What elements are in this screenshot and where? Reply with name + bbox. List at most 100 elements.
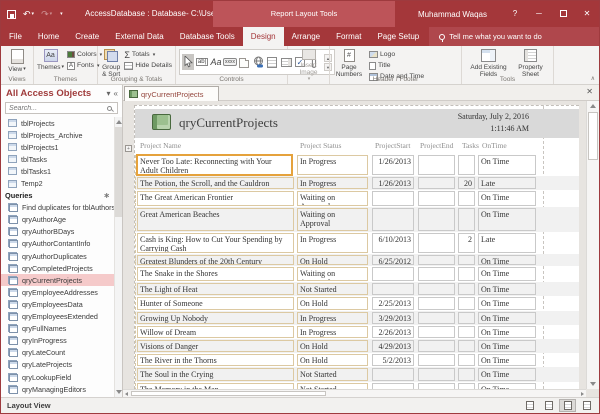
report-row[interactable]: The Soul in the CryingNot StartedOn Time bbox=[135, 367, 579, 382]
cell-ontime[interactable]: On Time bbox=[478, 155, 536, 175]
hscroll-right-icon[interactable] bbox=[581, 392, 584, 396]
report-view-button[interactable] bbox=[521, 399, 538, 412]
button-control-icon[interactable]: xxxx bbox=[224, 54, 236, 70]
close-button[interactable]: ✕ bbox=[575, 1, 599, 27]
cell-start[interactable]: 6/25/2012 bbox=[372, 255, 414, 265]
cell-status[interactable]: In Progress bbox=[297, 326, 368, 338]
cell-name[interactable]: The Great American Frontier bbox=[137, 191, 294, 206]
property-sheet-button[interactable]: Property Sheet bbox=[514, 48, 548, 78]
nav-item-qryemployeesextended[interactable]: qryEmployeesExtended bbox=[1, 311, 114, 323]
cell-end[interactable] bbox=[418, 267, 455, 281]
save-icon[interactable] bbox=[7, 10, 16, 19]
cell-tasks[interactable]: 20 bbox=[458, 177, 475, 189]
cell-tasks[interactable] bbox=[458, 354, 475, 366]
tab-create[interactable]: Create bbox=[67, 27, 107, 46]
cell-status[interactable]: Waiting on Approval bbox=[297, 191, 368, 206]
cell-name[interactable]: The Light of Heat bbox=[137, 283, 294, 295]
report-row[interactable]: Growing Up NobodyIn Progress3/29/2013On … bbox=[135, 311, 579, 325]
cell-tasks[interactable] bbox=[458, 326, 475, 338]
cell-start[interactable] bbox=[372, 283, 414, 295]
nav-item-temp2[interactable]: Temp2 bbox=[1, 177, 114, 189]
report-row[interactable]: Never Too Late: Reconnecting with Your A… bbox=[135, 154, 579, 176]
cell-ontime[interactable]: On Time bbox=[478, 267, 536, 281]
cell-status[interactable]: Waiting on Approval bbox=[297, 208, 368, 231]
cell-tasks[interactable] bbox=[458, 283, 475, 295]
page-numbers-button[interactable]: # Page Numbers bbox=[333, 48, 365, 78]
colors-button[interactable]: Colors bbox=[67, 50, 102, 59]
cell-tasks[interactable] bbox=[458, 255, 475, 265]
cell-tasks[interactable] bbox=[458, 267, 475, 281]
cell-ontime[interactable]: Late bbox=[478, 177, 536, 189]
collapse-ribbon-button[interactable]: ∧ bbox=[591, 75, 595, 82]
cell-end[interactable] bbox=[418, 297, 455, 310]
tab-external-data[interactable]: External Data bbox=[107, 27, 171, 46]
add-existing-fields-button[interactable]: Add Existing Fields bbox=[468, 48, 510, 78]
cell-name[interactable]: Growing Up Nobody bbox=[137, 312, 294, 324]
cell-ontime[interactable]: On Time bbox=[478, 283, 536, 295]
hscroll-left-icon[interactable] bbox=[125, 392, 128, 396]
tab-database-tools[interactable]: Database Tools bbox=[172, 27, 243, 46]
nav-item-qryauthorage[interactable]: qryAuthorAge bbox=[1, 214, 114, 226]
cell-ontime[interactable]: On Time bbox=[478, 208, 536, 231]
cell-name[interactable]: Never Too Late: Reconnecting with Your A… bbox=[136, 154, 293, 176]
cell-tasks[interactable] bbox=[458, 297, 475, 310]
vscroll-down-icon[interactable] bbox=[590, 382, 596, 386]
cell-status[interactable]: In Progress bbox=[297, 312, 368, 324]
cell-end[interactable] bbox=[418, 326, 455, 338]
report-row[interactable]: Hunter of SomeoneOn Hold2/25/2013On Time bbox=[135, 296, 579, 311]
nav-search-box[interactable] bbox=[5, 102, 118, 114]
cell-ontime[interactable]: On Time bbox=[478, 368, 536, 381]
scroll-up-icon[interactable] bbox=[116, 120, 122, 124]
cell-status[interactable]: On Hold bbox=[297, 354, 368, 366]
cell-start[interactable]: 6/10/2013 bbox=[372, 233, 414, 253]
nav-item-qryauthorcontantinfo[interactable]: qryAuthorContantInfo bbox=[1, 238, 114, 250]
cell-end[interactable] bbox=[418, 233, 455, 253]
themes-button[interactable]: Aa Themes bbox=[37, 48, 64, 71]
cell-status[interactable]: In Progress bbox=[297, 177, 368, 189]
cell-ontime[interactable]: On Time bbox=[478, 297, 536, 310]
cell-start[interactable] bbox=[372, 208, 414, 231]
cell-tasks[interactable] bbox=[458, 368, 475, 381]
nav-item-tbltasks1[interactable]: tblTasks1 bbox=[1, 165, 114, 177]
col-header-project-end[interactable]: ProjectEnd bbox=[420, 141, 453, 150]
cell-tasks[interactable] bbox=[458, 155, 475, 175]
cell-start[interactable]: 2/26/2013 bbox=[372, 326, 414, 338]
nav-scrollbar[interactable] bbox=[114, 117, 122, 397]
logo-button[interactable]: Logo bbox=[369, 50, 424, 59]
totals-button[interactable]: Σ Totals bbox=[124, 50, 172, 59]
view-button[interactable]: View bbox=[8, 48, 26, 73]
cell-name[interactable]: Visions of Danger bbox=[137, 340, 294, 352]
cell-ontime[interactable]: On Time bbox=[478, 255, 536, 265]
col-header-tasks[interactable]: Tasks bbox=[462, 141, 479, 150]
cell-ontime[interactable]: On Time bbox=[478, 326, 536, 338]
nav-item-find-duplicates-for-tblauthors[interactable]: Find duplicates for tblAuthors bbox=[1, 202, 114, 214]
cell-start[interactable]: 5/2/2013 bbox=[372, 354, 414, 366]
cell-end[interactable] bbox=[418, 191, 455, 206]
report-row[interactable]: The Potion, the Scroll, and the Cauldron… bbox=[135, 176, 579, 190]
fonts-button[interactable]: A Fonts bbox=[67, 61, 102, 70]
cell-end[interactable] bbox=[418, 155, 455, 175]
cell-name[interactable]: Cash is King: How to Cut Your Spending b… bbox=[137, 233, 294, 253]
cell-start[interactable] bbox=[372, 191, 414, 206]
nav-section-queries[interactable]: Queries∗ bbox=[1, 190, 114, 202]
cell-tasks[interactable] bbox=[458, 208, 475, 231]
cell-status[interactable]: In Progress bbox=[297, 155, 368, 175]
cell-ontime[interactable]: On Time bbox=[478, 354, 536, 366]
report-row[interactable]: The Light of HeatNot StartedOn Time bbox=[135, 282, 579, 296]
nav-item-qrylookupfield[interactable]: qryLookupField bbox=[1, 371, 114, 383]
nav-item-qrylatecount[interactable]: qryLateCount bbox=[1, 347, 114, 359]
print-preview-button[interactable] bbox=[540, 399, 557, 412]
label-icon[interactable]: Aa bbox=[210, 54, 222, 70]
tab-page-setup[interactable]: Page Setup bbox=[369, 27, 427, 46]
report-row[interactable]: Willow of DreamIn Progress 2/26/2013 On Ti… bbox=[135, 325, 579, 339]
cell-ontime[interactable]: Late bbox=[478, 233, 536, 253]
cell-status[interactable]: On Hold bbox=[297, 297, 368, 310]
tab-home[interactable]: Home bbox=[30, 27, 67, 46]
cell-status[interactable]: Not Started bbox=[297, 368, 368, 381]
nav-item-qryinprogress[interactable]: qryInProgress bbox=[1, 335, 114, 347]
cell-end[interactable] bbox=[418, 354, 455, 366]
report-selector-handle[interactable]: + bbox=[125, 145, 132, 152]
design-view-button[interactable] bbox=[578, 399, 595, 412]
cell-name[interactable]: Willow of Dream bbox=[137, 326, 294, 338]
nav-item-tblprojects-archive[interactable]: tblProjects_Archive bbox=[1, 129, 114, 141]
